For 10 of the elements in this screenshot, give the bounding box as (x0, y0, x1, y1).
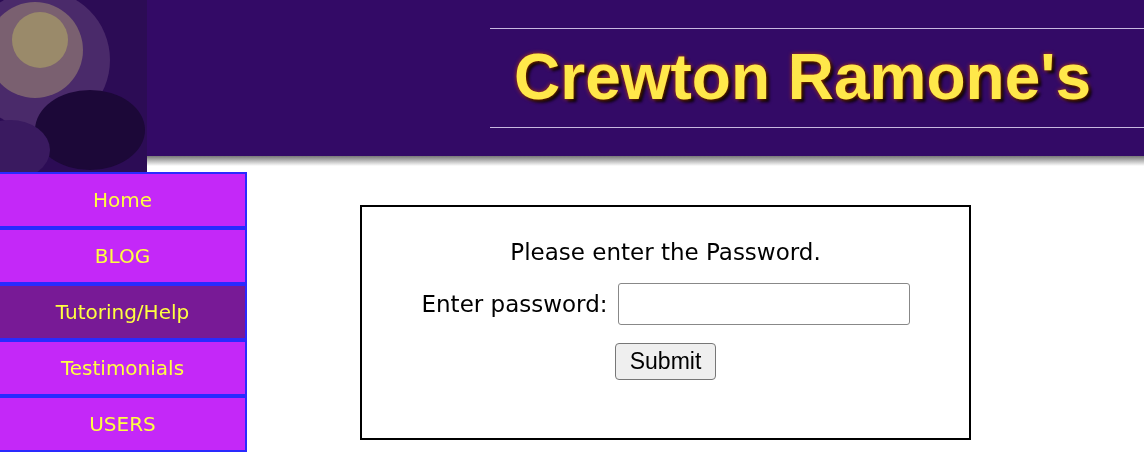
prompt-text: Please enter the Password. (510, 239, 821, 265)
password-field[interactable] (617, 283, 910, 325)
nav-link[interactable]: Tutoring/Help (0, 284, 247, 340)
site-title: Crewton Ramone's (513, 40, 1093, 115)
nav-link[interactable]: Testimonials (0, 340, 247, 396)
nav-link[interactable]: BLOG (0, 228, 247, 284)
submit-button[interactable]: Submit (614, 343, 717, 380)
field-label: Enter password: (421, 291, 608, 317)
nav-link[interactable]: Home (0, 172, 247, 228)
nav-link[interactable]: USERS (0, 396, 247, 452)
